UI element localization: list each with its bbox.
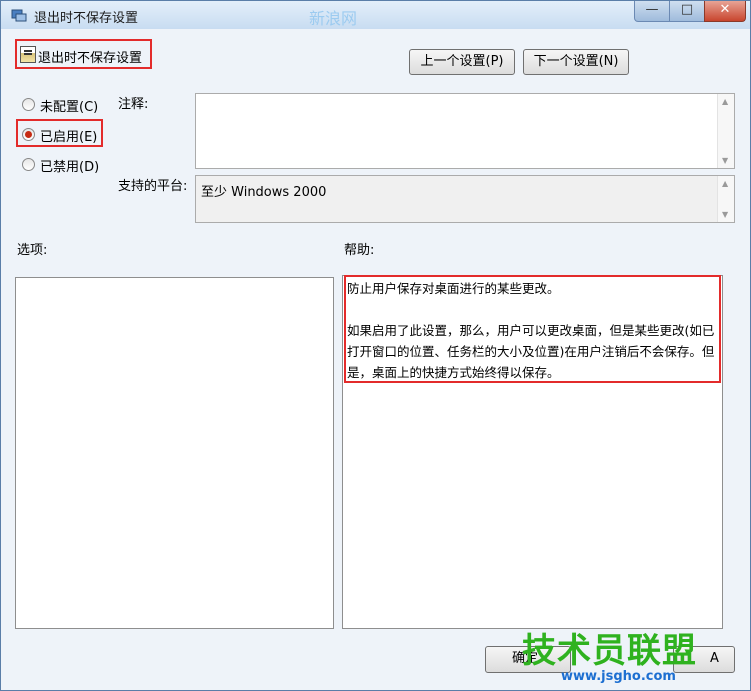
highlight-box-enabled (16, 119, 103, 147)
scroll-up-icon[interactable]: ▲ (722, 97, 728, 106)
watermark-brand: 技术员联盟 (522, 631, 697, 671)
policy-dialog-window: 退出时不保存设置 新浪网 — □ ✕ 退出时不保存设置 上一个设置(P) 下一个… (0, 0, 751, 691)
options-panel[interactable] (15, 277, 334, 629)
platform-label: 支持的平台: (118, 179, 188, 194)
platform-field: 至少 Windows 2000 ▲ ▼ (195, 175, 735, 223)
title-bar[interactable]: 退出时不保存设置 新浪网 — □ ✕ (1, 1, 750, 29)
radio-not-configured-label[interactable]: 未配置(C) (40, 96, 98, 115)
help-label: 帮助: (344, 243, 375, 258)
highlight-box-policy-name (15, 39, 152, 69)
radio-disabled-label[interactable]: 已禁用(D) (40, 156, 99, 175)
watermark-top-text: 新浪网 (309, 9, 358, 28)
previous-setting-button[interactable]: 上一个设置(P) (409, 49, 515, 75)
radio-disabled[interactable] (22, 158, 35, 171)
radio-not-configured[interactable] (22, 98, 35, 111)
scroll-down-icon[interactable]: ▼ (722, 156, 728, 165)
comment-label: 注释: (118, 97, 149, 112)
maximize-button[interactable]: □ (669, 1, 705, 22)
comment-scrollbar[interactable]: ▲ ▼ (717, 94, 734, 168)
close-button[interactable]: ✕ (704, 1, 746, 22)
watermark-url: www.jsgho.com (561, 669, 676, 684)
scroll-up-icon[interactable]: ▲ (722, 179, 728, 188)
group-policy-icon (11, 9, 27, 22)
comment-textarea[interactable]: ▲ ▼ (195, 93, 735, 169)
options-label: 选项: (17, 243, 48, 258)
minimize-button[interactable]: — (634, 1, 670, 22)
apply-button-label: A (710, 651, 719, 666)
window-title: 退出时不保存设置 (34, 11, 139, 26)
platform-value: 至少 Windows 2000 (201, 185, 327, 200)
next-setting-button[interactable]: 下一个设置(N) (523, 49, 629, 75)
highlight-box-help (344, 275, 721, 383)
platform-scrollbar[interactable]: ▲ ▼ (717, 176, 734, 222)
scroll-down-icon[interactable]: ▼ (722, 210, 728, 219)
